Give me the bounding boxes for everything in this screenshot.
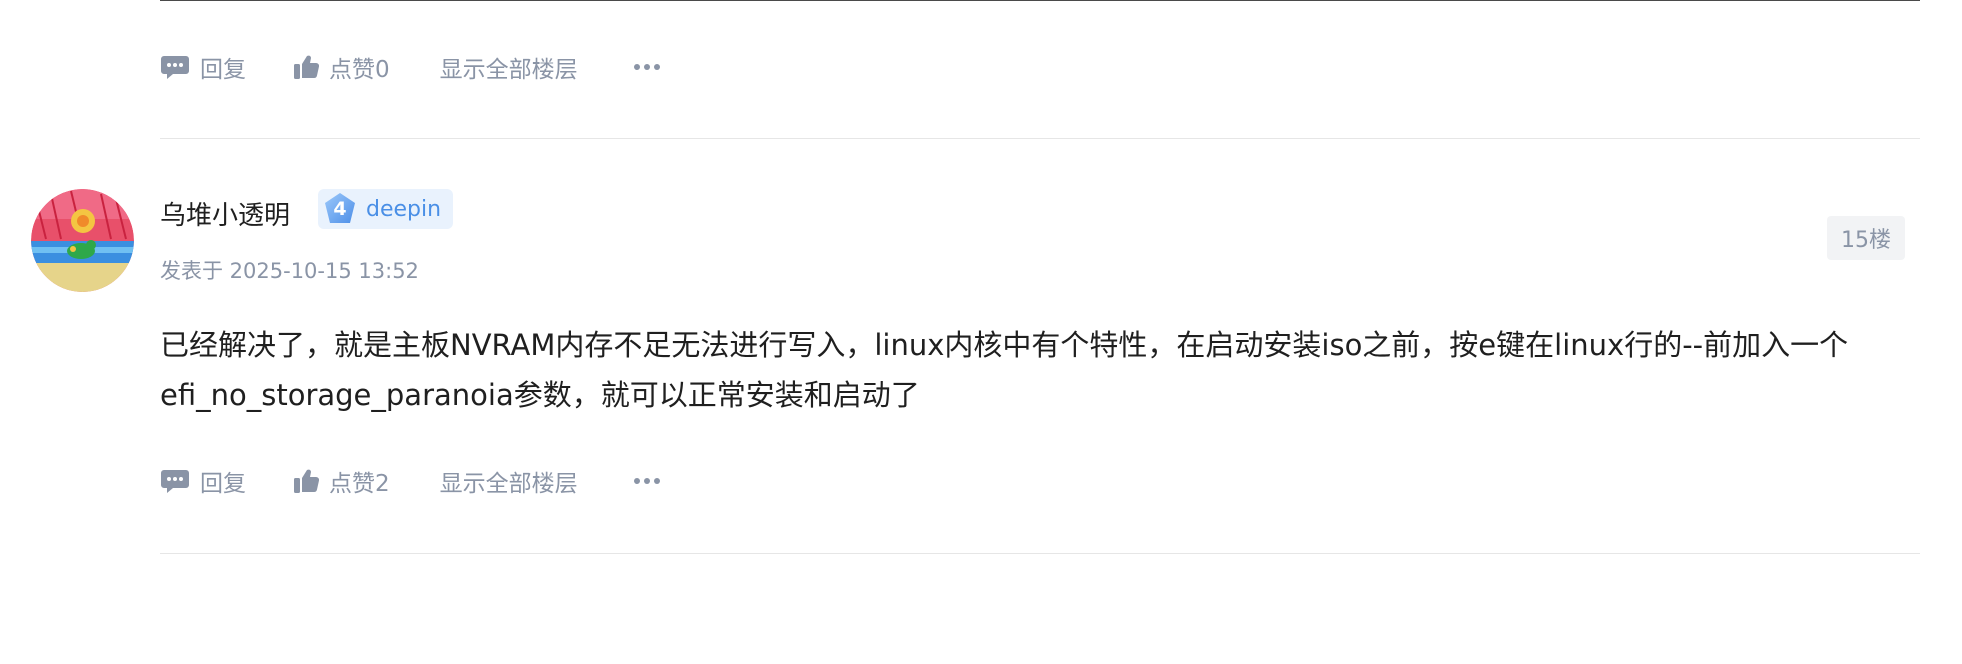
more-dots-icon [633, 477, 661, 485]
previous-post-top-border [160, 0, 1920, 1]
show-all-label: 显示全部楼层 [439, 471, 578, 497]
like-count: 点赞2 [329, 471, 390, 497]
show-all-floors-button[interactable]: 显示全部楼层 [440, 464, 578, 498]
like-button[interactable]: 点赞2 [293, 464, 390, 498]
comment-icon [160, 54, 190, 80]
user-level-badge: 4 deepin [318, 189, 454, 229]
avatar[interactable] [31, 189, 134, 292]
prev-reply-button[interactable]: 回复 [160, 50, 246, 84]
prev-like-button[interactable]: 点赞0 [293, 50, 390, 84]
thumbs-up-icon [293, 54, 319, 80]
more-dots-icon [633, 63, 661, 71]
level-number: 4 [333, 198, 347, 220]
post-divider [160, 553, 1920, 554]
author-name[interactable]: 乌堆小透明 [160, 195, 290, 232]
post-action-bar: 回复 点赞2 显示全部楼层 [160, 464, 671, 498]
reply-button[interactable]: 回复 [160, 464, 246, 498]
show-all-label: 显示全部楼层 [439, 57, 578, 83]
post-timestamp: 发表于 2025-10-15 13:52 [160, 259, 419, 283]
prev-show-all-floors-button[interactable]: 显示全部楼层 [440, 50, 578, 84]
level-shield-icon: 4 [322, 191, 358, 227]
floor-number[interactable]: 15楼 [1827, 216, 1905, 260]
post-divider [160, 138, 1920, 139]
thumbs-up-icon [293, 468, 319, 494]
reply-label: 回复 [200, 471, 246, 497]
prev-post-action-bar: 回复 点赞0 显示全部楼层 [160, 50, 671, 84]
prev-more-button[interactable] [633, 63, 671, 71]
more-button[interactable] [633, 477, 671, 485]
comment-icon [160, 468, 190, 494]
badge-label: deepin [366, 196, 442, 222]
reply-label: 回复 [200, 57, 246, 83]
post-content: 已经解决了，就是主板NVRAM内存不足无法进行写入，linux内核中有个特性，在… [160, 328, 1849, 412]
like-count: 点赞0 [329, 57, 390, 83]
